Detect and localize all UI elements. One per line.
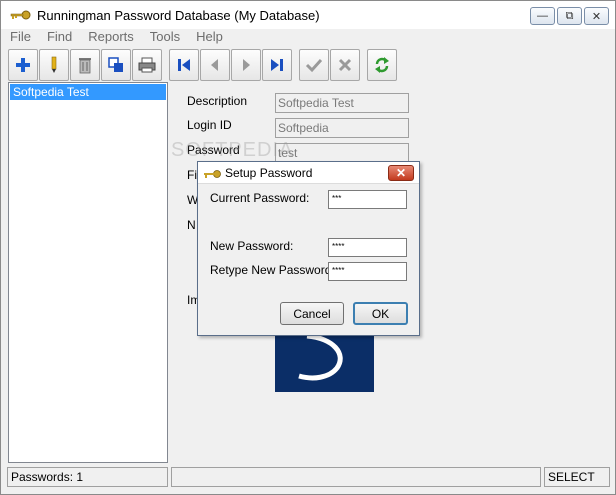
- login-label: Login ID: [187, 118, 232, 132]
- restore-icon: ⧉: [565, 9, 574, 22]
- edit-button[interactable]: [39, 49, 69, 81]
- dialog-close-button[interactable]: ✕: [388, 165, 414, 181]
- previous-record-icon: [211, 59, 218, 71]
- setup-password-dialog: Setup Password ✕ Current Password: *** N…: [197, 161, 420, 336]
- first-record-icon: [178, 59, 190, 71]
- window-controls: — ⧉ ✕: [530, 7, 609, 25]
- status-message: [171, 467, 541, 487]
- status-count: Passwords: 1: [7, 467, 168, 487]
- close-button[interactable]: ✕: [584, 7, 609, 25]
- next-record-icon: [243, 59, 250, 71]
- cancel-button[interactable]: [330, 49, 360, 81]
- status-mode: SELECT: [544, 467, 610, 487]
- save-check-icon: [305, 58, 323, 73]
- notes-label: N: [187, 218, 196, 232]
- menu-reports[interactable]: Reports: [79, 29, 141, 45]
- logo-swoosh-icon: [298, 334, 343, 381]
- key-icon: [203, 168, 221, 178]
- add-button[interactable]: [8, 49, 38, 81]
- refresh-button[interactable]: [367, 49, 397, 81]
- list-item[interactable]: Softpedia Test: [10, 84, 166, 100]
- retype-password-label: Retype New Password:: [210, 263, 335, 277]
- retype-password-input[interactable]: ****: [328, 262, 407, 281]
- print-icon: [138, 57, 156, 73]
- title-bar[interactable]: Runningman Password Database (My Databas…: [1, 1, 615, 29]
- refresh-icon: [375, 57, 389, 73]
- close-icon: ✕: [591, 10, 602, 23]
- dialog-title-bar[interactable]: Setup Password ✕: [198, 162, 419, 184]
- dialog-title: Setup Password: [225, 165, 313, 180]
- password-field[interactable]: test: [275, 143, 409, 163]
- watermark: SOFTPEDIA: [171, 139, 294, 161]
- window-title: Runningman Password Database (My Databas…: [37, 7, 320, 23]
- dialog-cancel-button[interactable]: Cancel: [280, 302, 344, 325]
- close-icon: ✕: [395, 166, 407, 180]
- password-list[interactable]: Softpedia Test: [8, 82, 168, 463]
- menu-find[interactable]: Find: [38, 29, 79, 45]
- add-icon: [16, 58, 30, 72]
- minimize-icon: —: [537, 10, 548, 22]
- minimize-button[interactable]: —: [530, 7, 555, 25]
- copy-icon: [108, 57, 123, 72]
- delete-button[interactable]: [70, 49, 100, 81]
- save-button[interactable]: [299, 49, 329, 81]
- last-record-icon: [271, 59, 283, 71]
- main-window: Runningman Password Database (My Databas…: [0, 0, 616, 495]
- key-icon: [9, 9, 31, 21]
- login-field[interactable]: Softpedia: [275, 118, 409, 138]
- menu-bar: File Find Reports Tools Help: [1, 29, 615, 45]
- toolbar: [1, 47, 615, 83]
- status-bar: Passwords: 1 SELECT: [1, 467, 615, 494]
- edit-pencil-icon: [51, 56, 57, 73]
- description-field[interactable]: Softpedia Test: [275, 93, 409, 113]
- next-record-button[interactable]: [231, 49, 261, 81]
- dialog-ok-button[interactable]: OK: [353, 302, 408, 325]
- menu-help[interactable]: Help: [187, 29, 230, 45]
- record-image: [275, 334, 374, 392]
- maximize-button[interactable]: ⧉: [557, 7, 582, 25]
- current-password-label: Current Password:: [210, 191, 310, 205]
- new-password-input[interactable]: ****: [328, 238, 407, 257]
- cancel-x-icon: [338, 58, 352, 72]
- last-record-button[interactable]: [262, 49, 292, 81]
- print-button[interactable]: [132, 49, 162, 81]
- menu-file[interactable]: File: [1, 29, 38, 45]
- menu-tools[interactable]: Tools: [141, 29, 187, 45]
- copy-button[interactable]: [101, 49, 131, 81]
- previous-record-button[interactable]: [200, 49, 230, 81]
- current-password-input[interactable]: ***: [328, 190, 407, 209]
- description-label: Description: [187, 94, 248, 108]
- new-password-label: New Password:: [210, 239, 294, 253]
- first-record-button[interactable]: [169, 49, 199, 81]
- delete-trash-icon: [79, 58, 91, 74]
